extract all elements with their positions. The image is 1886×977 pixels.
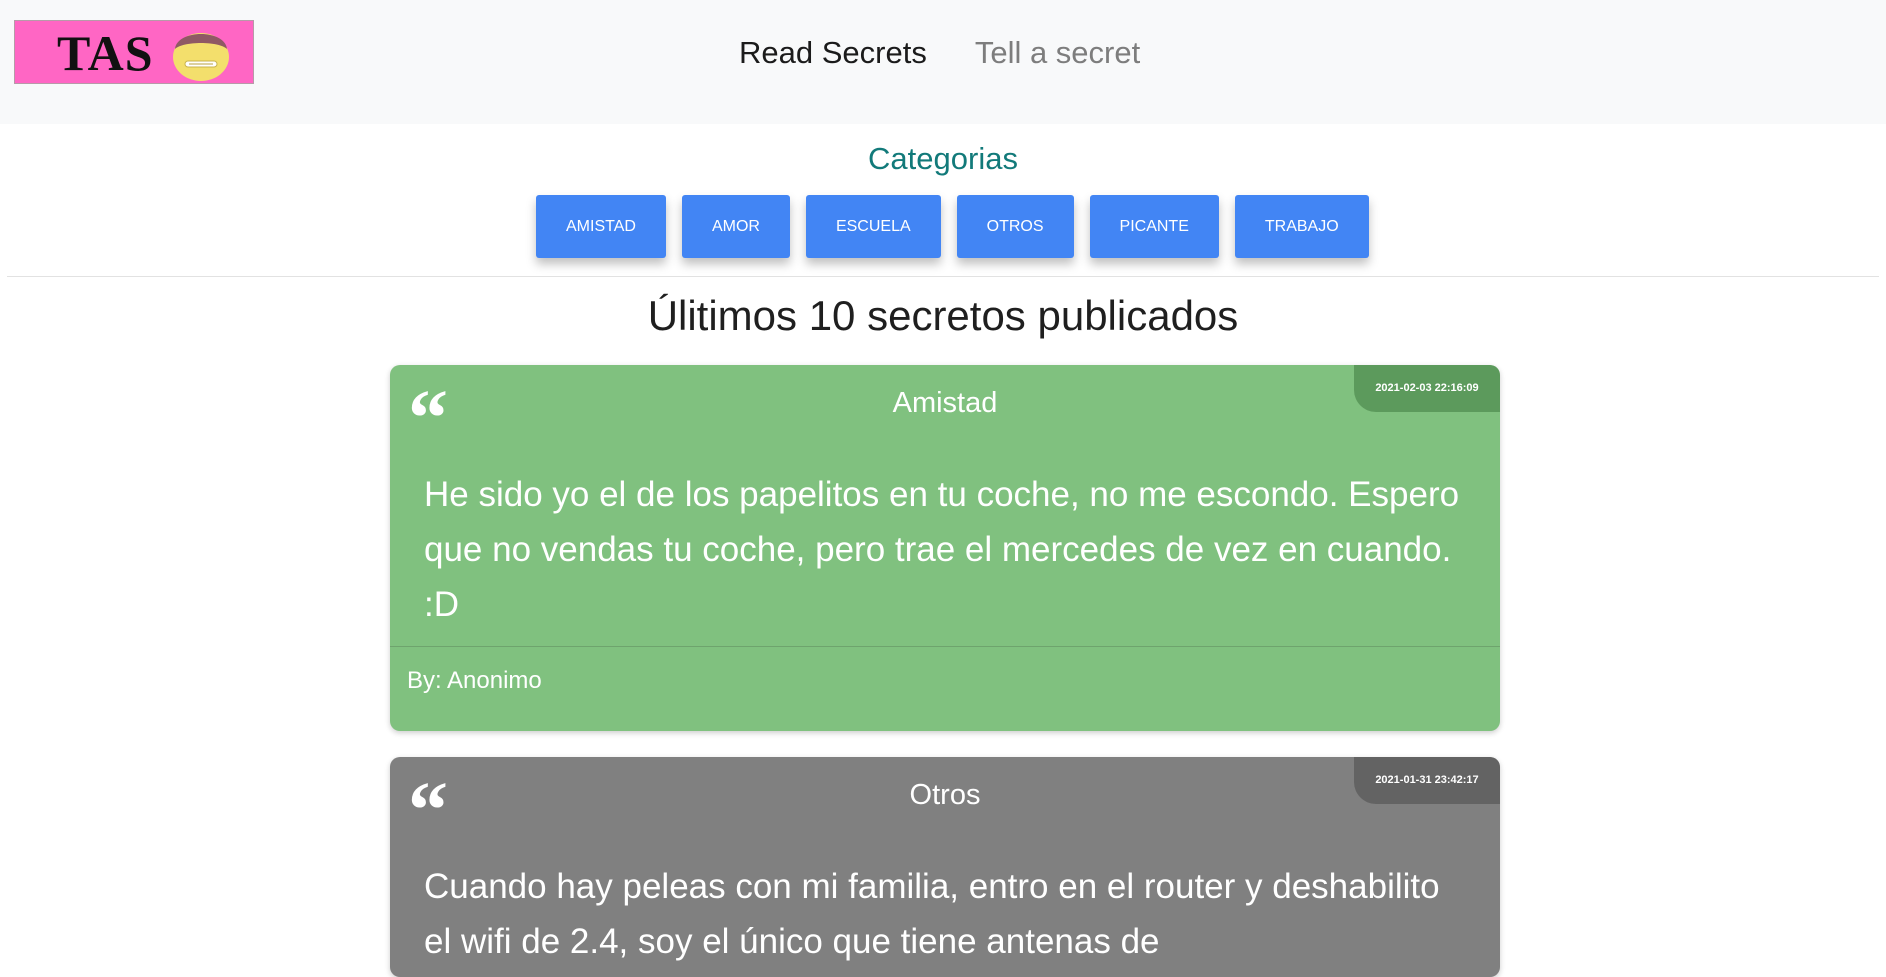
date-badge: 2021-01-31 23:42:17 — [1354, 757, 1500, 804]
card-footer: By: Anonimo — [390, 646, 1500, 731]
categories-title: Categorias — [868, 141, 1018, 176]
nav-links: Read Secrets Tell a secret — [739, 34, 1140, 72]
category-amor-button[interactable]: AMOR — [681, 195, 790, 258]
category-escuela-button[interactable]: ESCUELA — [805, 195, 941, 258]
category-buttons: AMISTAD AMOR ESCUELA OTROS PICANTE TRABA… — [536, 195, 1369, 258]
zipped-mouth-face-icon — [173, 33, 229, 81]
secret-card: “ Otros 2021-01-31 23:42:17 Cuando hay p… — [390, 757, 1500, 977]
category-trabajo-button[interactable]: TRABAJO — [1234, 195, 1369, 258]
secret-category: Amistad — [892, 387, 998, 419]
secret-category: Otros — [909, 779, 981, 811]
date-badge: 2021-02-03 22:16:09 — [1354, 365, 1500, 412]
category-amistad-button[interactable]: AMISTAD — [536, 195, 666, 258]
logo-text: TAS — [57, 25, 154, 81]
navbar: TAS Read Secrets Tell a secret — [0, 0, 1886, 124]
nav-tell-a-secret[interactable]: Tell a secret — [975, 34, 1140, 72]
divider — [7, 276, 1879, 277]
category-otros-button[interactable]: OTROS — [956, 195, 1074, 258]
brand-logo[interactable]: TAS — [14, 20, 254, 84]
secret-text: He sido yo el de los papelitos en tu coc… — [424, 475, 1460, 624]
nav-read-secrets[interactable]: Read Secrets — [739, 34, 927, 72]
secret-author: By: Anonimo — [407, 667, 542, 694]
category-picante-button[interactable]: PICANTE — [1089, 195, 1219, 258]
secret-text: Cuando hay peleas con mi familia, entro … — [424, 867, 1440, 961]
latest-secrets-title: Úlitimos 10 secretos publicados — [647, 292, 1239, 339]
secret-card: “ Amistad 2021-02-03 22:16:09 He sido yo… — [390, 365, 1500, 731]
